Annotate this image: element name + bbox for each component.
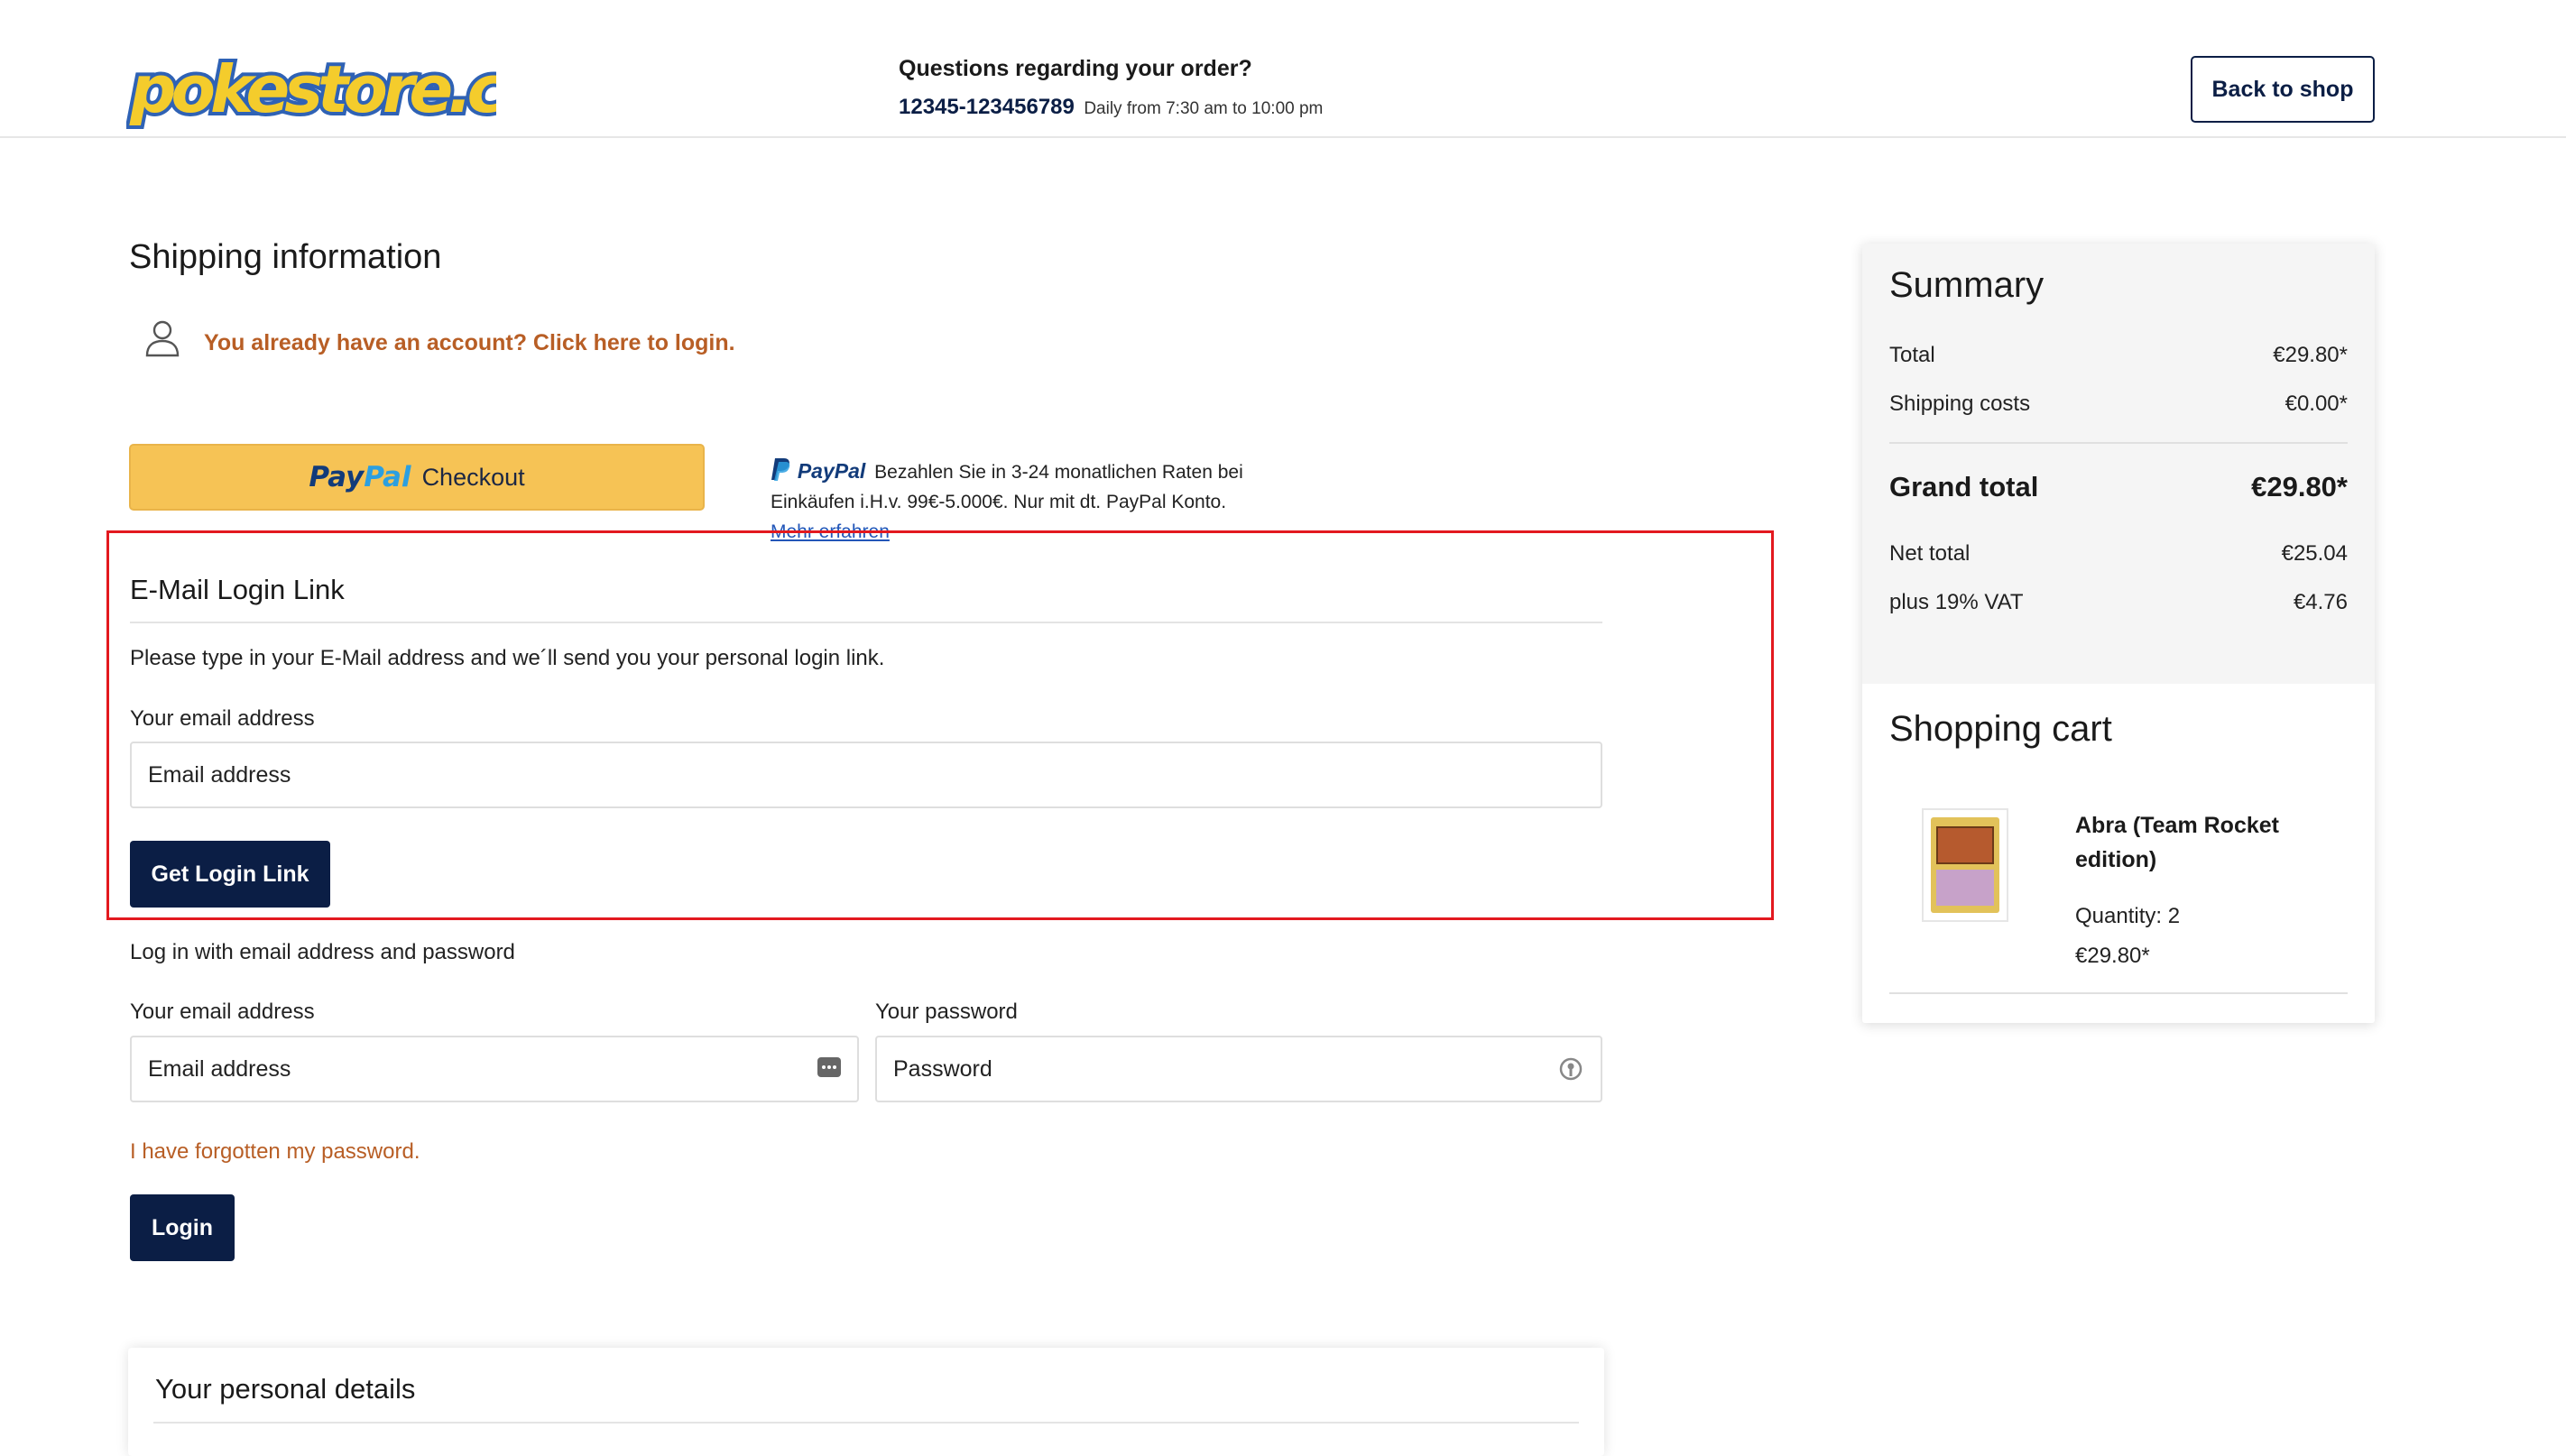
login-button[interactable]: Login [130,1194,235,1261]
cart-item-image[interactable] [1922,808,2008,922]
login-password-label: Your password [875,1000,1018,1024]
summary-shipping-row: Shipping costs €0.00* [1889,392,2348,417]
email-login-title: E-Mail Login Link [130,574,345,605]
cart-item-price: €29.80* [2075,944,2150,968]
cart-item-name[interactable]: Abra (Team Rocket edition) [2075,808,2328,877]
forgot-password-link[interactable]: I have forgotten my password. [130,1139,420,1165]
cart-item-quantity: Quantity: 2 [2075,904,2181,928]
contact-question: Questions regarding your order? [899,56,1252,81]
phone-number[interactable]: 12345-123456789 [899,95,1075,119]
total-label: Total [1889,343,1935,367]
grand-total-label: Grand total [1889,471,2039,502]
password-key-icon[interactable] [1557,1055,1584,1083]
autofill-card-icon[interactable] [816,1054,843,1081]
paypal-checkout-button[interactable]: Pay Pal Checkout [129,444,705,511]
net-total-row: Net total €25.04 [1889,541,2348,567]
divider [1889,992,2348,994]
site-header: pokestore.com Questions regarding your o… [0,0,2566,138]
password-login-title: Log in with email address and password [130,940,515,964]
summary-title: Summary [1889,265,2044,305]
back-to-shop-button[interactable]: Back to shop [2191,56,2375,123]
net-total-label: Net total [1889,541,1971,566]
shopping-cart-title: Shopping cart [1889,709,2112,749]
shipping-costs-value: €0.00* [2284,392,2348,416]
opening-hours: Daily from 7:30 am to 10:00 pm [1084,99,1324,118]
divider [130,622,1602,623]
email-login-highlight-box [106,530,1774,920]
existing-account-login-link[interactable]: You already have an account? Click here … [204,330,735,356]
login-password-input[interactable] [875,1036,1602,1102]
paypal-checkout-label: Checkout [421,463,525,491]
net-total-value: €25.04 [2281,541,2348,566]
login-link-email-label: Your email address [130,706,315,731]
divider [153,1422,1579,1424]
page-title: Shipping information [129,238,442,276]
vat-row: plus 19% VAT €4.76 [1889,590,2348,615]
login-email-input[interactable] [130,1036,859,1102]
personal-details-title: Your personal details [155,1373,416,1405]
paypal-logo-pal: Pal [364,461,411,493]
contact-info: Questions regarding your order? 12345-12… [899,56,1323,120]
vat-label: plus 19% VAT [1889,590,2024,614]
grand-total-row: Grand total €29.80* [1889,471,2348,503]
paypal-p-icon [771,458,790,481]
summary-panel: Summary Total €29.80* Shipping costs €0.… [1862,244,2375,684]
personal-details-card: Your personal details [128,1348,1604,1456]
divider [1889,442,2348,444]
user-icon [145,320,180,357]
summary-total-row: Total €29.80* [1889,343,2348,368]
paypal-logo-pay: Pay [309,461,365,493]
total-value: €29.80* [2273,343,2348,367]
login-link-email-input[interactable] [130,742,1602,808]
email-login-description: Please type in your E-Mail address and w… [130,646,885,670]
paypal-mini-logo: PayPal [797,459,866,483]
pokemon-card-thumbnail [1931,817,1999,913]
vat-value: €4.76 [2293,590,2348,614]
svg-text:pokestore.com: pokestore.com [129,51,496,127]
login-email-label: Your email address [130,1000,315,1024]
order-sidebar: Summary Total €29.80* Shipping costs €0.… [1862,244,2375,1023]
pokestore-logo[interactable]: pokestore.com [126,41,496,137]
shipping-costs-label: Shipping costs [1889,392,2031,416]
get-login-link-button[interactable]: Get Login Link [130,841,330,908]
grand-total-value: €29.80* [2251,471,2348,502]
